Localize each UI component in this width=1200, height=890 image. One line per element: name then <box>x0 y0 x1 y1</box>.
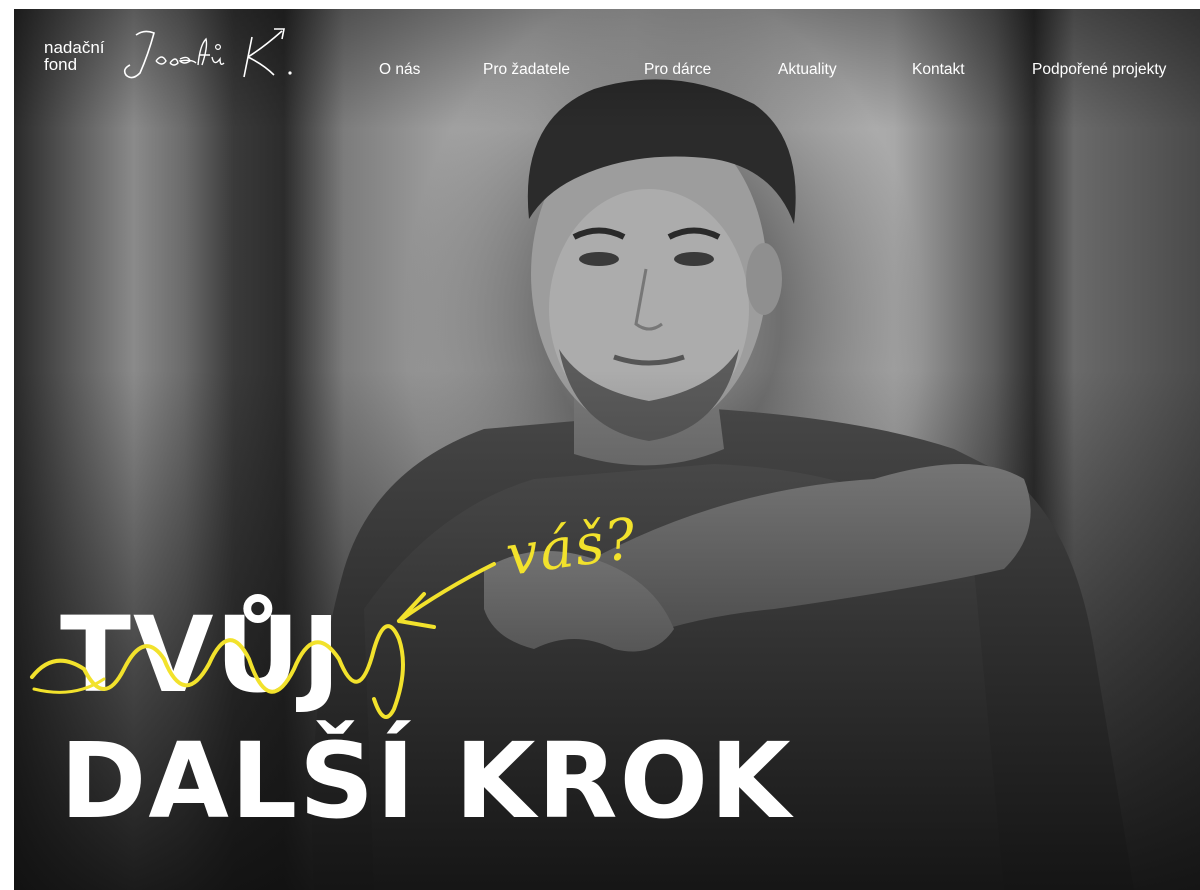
main-nav: O nás Pro žadatele Pro dárce Aktuality K… <box>14 61 1200 85</box>
nav-item-pro-zadatele[interactable]: Pro žadatele <box>483 61 570 79</box>
hero-section: nadační fond O nás Pro žadatele Pro dárc… <box>14 9 1200 890</box>
nav-item-aktuality[interactable]: Aktuality <box>778 61 837 79</box>
nav-item-podporene-projekty[interactable]: Podpořené projekty <box>1032 61 1166 79</box>
nav-item-pro-darce[interactable]: Pro dárce <box>644 61 711 79</box>
nav-item-o-nas[interactable]: O nás <box>379 61 420 79</box>
headline-line-1: TVŮJ <box>60 594 343 716</box>
headline-line-2: DALŠÍ KROK <box>60 720 793 842</box>
logo-line-1: nadační <box>44 38 105 57</box>
nav-item-kontakt[interactable]: Kontakt <box>912 61 965 79</box>
